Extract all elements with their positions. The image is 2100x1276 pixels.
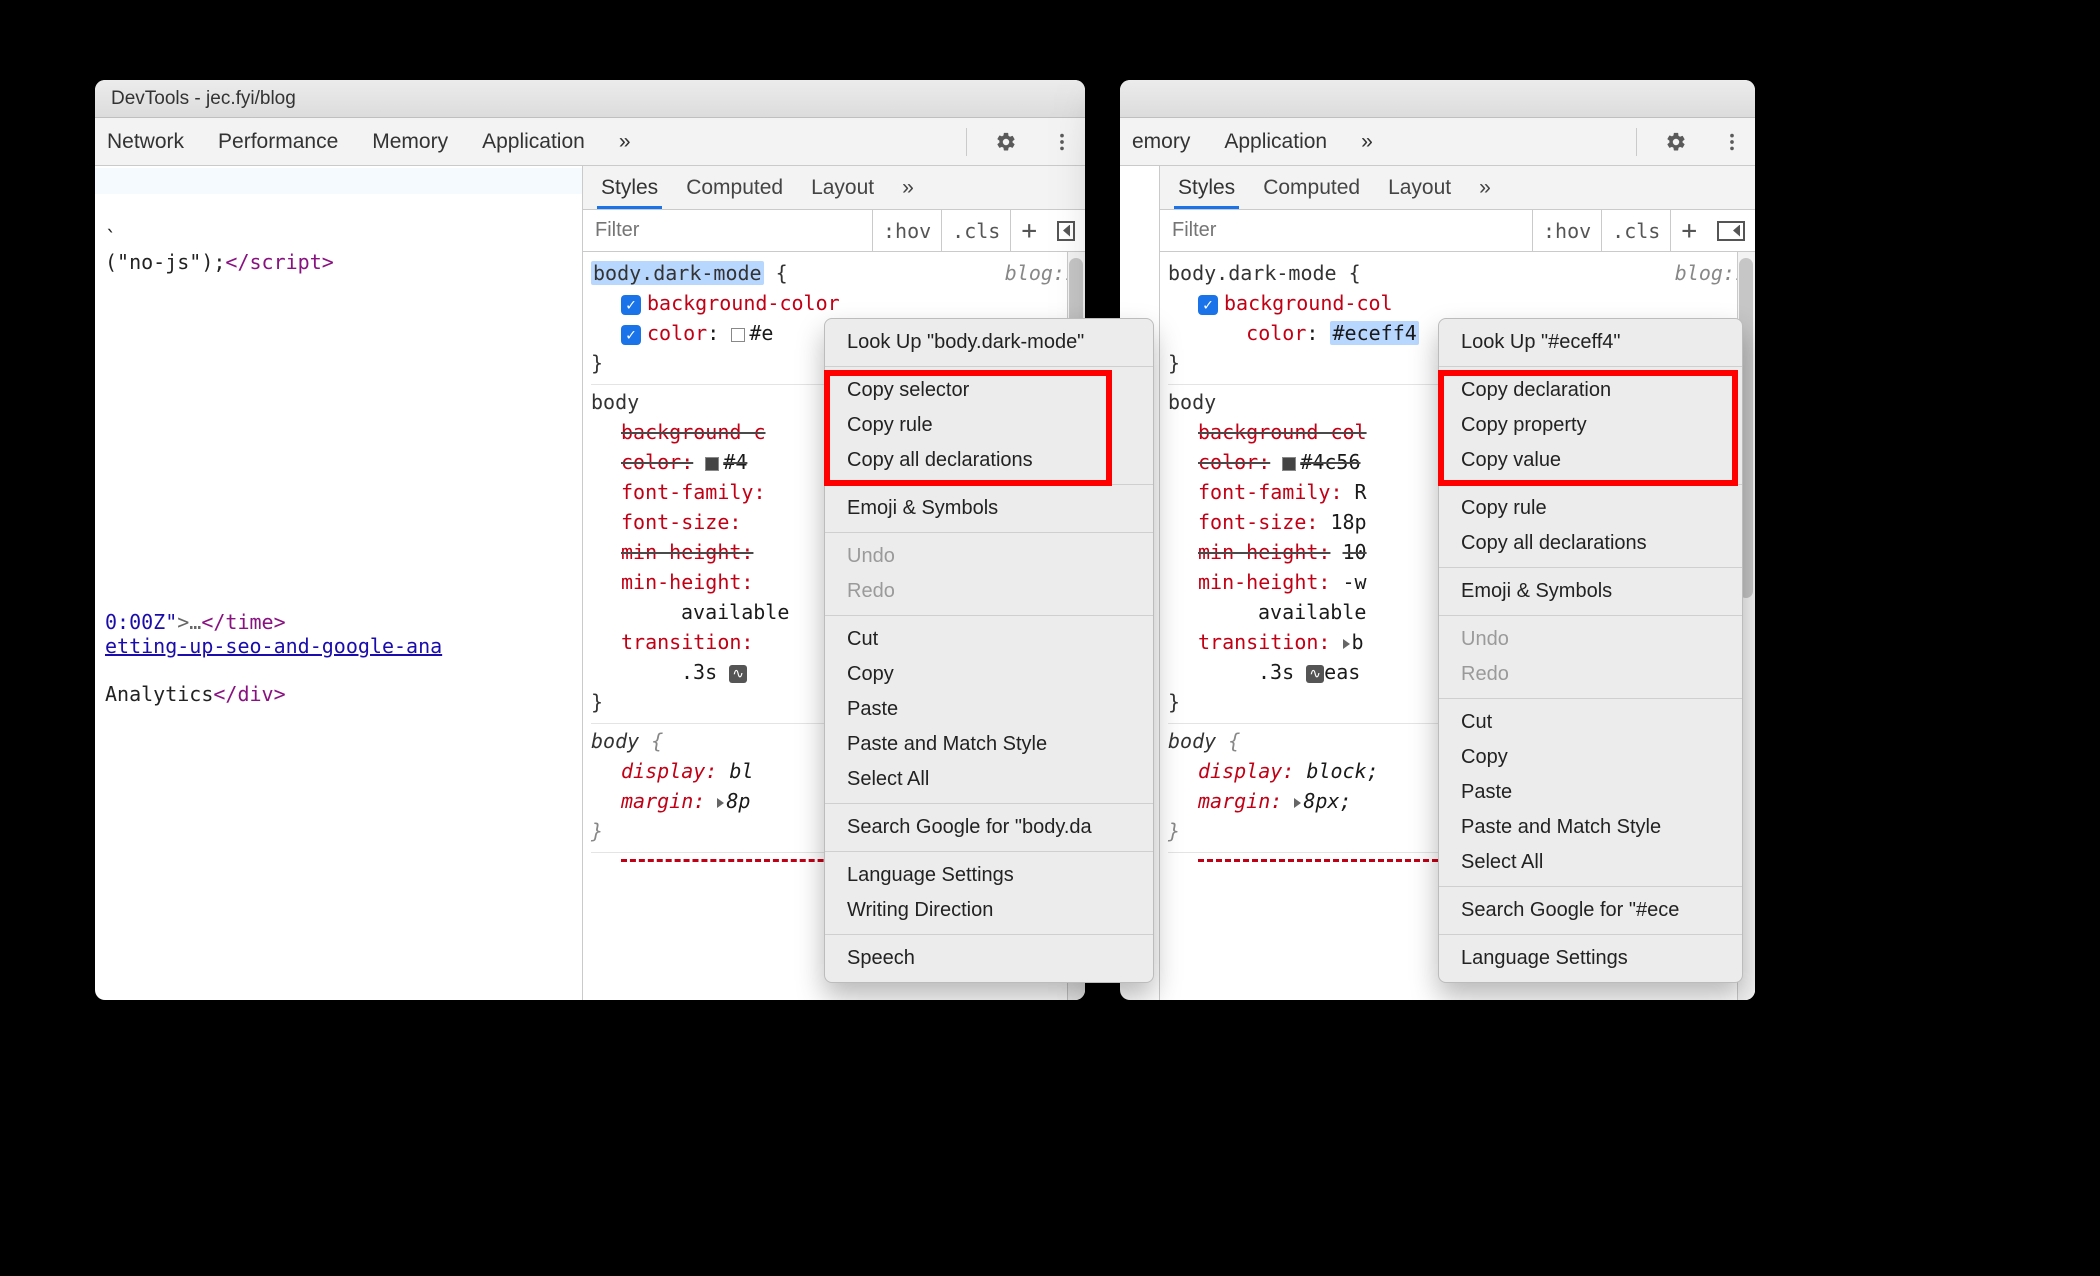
tab-layout[interactable]: Layout (807, 167, 878, 209)
tab-application[interactable]: Application (476, 130, 591, 154)
mi-copy-prop[interactable]: Copy property (1439, 408, 1742, 443)
hov-toggle-r[interactable]: :hov (1532, 210, 1601, 251)
context-menu-left[interactable]: Look Up "body.dark-mode" Copy selector C… (824, 318, 1154, 983)
dom-line-div: Analytics</div> (105, 682, 286, 706)
mi-copy-r[interactable]: Copy (1439, 740, 1742, 775)
mi-cut-r[interactable]: Cut (1439, 705, 1742, 740)
hov-toggle[interactable]: :hov (872, 210, 941, 251)
tab-more[interactable]: » (613, 130, 637, 154)
mi-copy-rule[interactable]: Copy rule (825, 408, 1153, 443)
window-title: DevTools - jec.fyi/blog (111, 88, 296, 110)
mi-paste[interactable]: Paste (825, 692, 1153, 727)
mi-select-all[interactable]: Select All (825, 762, 1153, 797)
mi-select-all-r[interactable]: Select All (1439, 845, 1742, 880)
mi-copy-all-r[interactable]: Copy all declarations (1439, 526, 1742, 561)
mi-search-google-r[interactable]: Search Google for "#ece (1439, 893, 1742, 928)
dom-line-script: ("no-js");</script​> (105, 250, 334, 274)
expand-icon[interactable] (1294, 798, 1301, 808)
tab-layout-r[interactable]: Layout (1384, 167, 1455, 209)
context-menu-right[interactable]: Look Up "#eceff4" Copy declaration Copy … (1438, 318, 1743, 983)
sidebar-toggle-icon[interactable] (1057, 221, 1075, 241)
checkbox-icon[interactable]: ✓ (1198, 295, 1218, 315)
mi-lookup-r[interactable]: Look Up "#eceff4" (1439, 325, 1742, 360)
main-toolbar: Network Performance Memory Application » (95, 118, 1085, 166)
mi-lang-r[interactable]: Language Settings (1439, 941, 1742, 976)
mi-emoji-r[interactable]: Emoji & Symbols (1439, 574, 1742, 609)
gear-icon[interactable] (1659, 125, 1693, 159)
tab-application-r[interactable]: Application (1218, 130, 1333, 154)
bezier-icon[interactable]: ∿ (1306, 665, 1324, 683)
mi-paste-r[interactable]: Paste (1439, 775, 1742, 810)
new-rule-button-r[interactable]: + (1670, 210, 1707, 251)
mi-writing-dir[interactable]: Writing Direction (825, 893, 1153, 928)
mi-copy[interactable]: Copy (825, 657, 1153, 692)
toolbar-divider (966, 128, 967, 156)
sidebar-toggle-icon-r[interactable] (1717, 221, 1745, 241)
kebab-icon[interactable] (1715, 125, 1749, 159)
mi-undo: Undo (825, 539, 1153, 574)
new-rule-button[interactable]: + (1010, 210, 1047, 251)
mi-cut[interactable]: Cut (825, 622, 1153, 657)
tab-styles-r[interactable]: Styles (1174, 167, 1239, 209)
selector-dark-mode[interactable]: body.dark-mode (591, 261, 764, 285)
styles-filter-row: :hov .cls + (583, 210, 1085, 252)
decl-bg[interactable]: ✓background-color (591, 288, 1077, 318)
checkbox-icon[interactable]: ✓ (621, 295, 641, 315)
mi-undo-r: Undo (1439, 622, 1742, 657)
checkbox-icon[interactable]: ✓ (621, 325, 641, 345)
mi-redo: Redo (825, 574, 1153, 609)
tab-memory-partial[interactable]: emory (1126, 130, 1196, 154)
cls-toggle[interactable]: .cls (941, 210, 1010, 251)
dom-line-link[interactable]: etting-up-seo-and-google-ana (105, 634, 442, 658)
expand-icon[interactable] (1343, 639, 1350, 649)
mi-redo-r: Redo (1439, 657, 1742, 692)
mi-speech[interactable]: Speech (825, 941, 1153, 976)
gear-icon[interactable] (989, 125, 1023, 159)
mi-emoji[interactable]: Emoji & Symbols (825, 491, 1153, 526)
window-titlebar[interactable]: DevTools - jec.fyi/blog (95, 80, 1085, 118)
tab-computed[interactable]: Computed (682, 167, 787, 209)
kebab-icon[interactable] (1045, 125, 1079, 159)
mi-copy-rule-r[interactable]: Copy rule (1439, 491, 1742, 526)
mi-lang[interactable]: Language Settings (825, 858, 1153, 893)
expand-icon[interactable] (717, 798, 724, 808)
tab-memory[interactable]: Memory (366, 130, 454, 154)
window-titlebar-right[interactable] (1120, 80, 1755, 118)
styles-filter-input-r[interactable] (1160, 219, 1532, 242)
tab-styles[interactable]: Styles (597, 167, 662, 209)
mi-copy-selector[interactable]: Copy selector (825, 373, 1153, 408)
tab-more-r2[interactable]: » (1475, 167, 1495, 209)
mi-search-google[interactable]: Search Google for "body.da (825, 810, 1153, 845)
styles-filter-input[interactable] (583, 219, 872, 242)
dom-line-time: 0:00Z">…</time> (105, 610, 286, 634)
mi-lookup[interactable]: Look Up "body.dark-mode" (825, 325, 1153, 360)
mi-paste-match-r[interactable]: Paste and Match Style (1439, 810, 1742, 845)
mi-paste-match[interactable]: Paste and Match Style (825, 727, 1153, 762)
main-toolbar-right: emory Application » (1120, 118, 1755, 166)
cls-toggle-r[interactable]: .cls (1601, 210, 1670, 251)
tab-network[interactable]: Network (101, 130, 190, 154)
tab-more[interactable]: » (898, 167, 918, 209)
bezier-icon[interactable]: ∿ (729, 665, 747, 683)
styles-tab-strip: Styles Computed Layout » (583, 166, 1085, 210)
tab-computed-r[interactable]: Computed (1259, 167, 1364, 209)
tab-more-r[interactable]: » (1355, 130, 1379, 154)
mi-copy-decl[interactable]: Copy declaration (1439, 373, 1742, 408)
mi-copy-val[interactable]: Copy value (1439, 443, 1742, 478)
mi-copy-all-decl[interactable]: Copy all declarations (825, 443, 1153, 478)
elements-dom-pane[interactable]: ` ("no-js");</script​> 0:00Z">…</time> e… (95, 166, 583, 1000)
tab-performance[interactable]: Performance (212, 130, 344, 154)
selected-color-value[interactable]: #eceff4 (1330, 321, 1418, 345)
